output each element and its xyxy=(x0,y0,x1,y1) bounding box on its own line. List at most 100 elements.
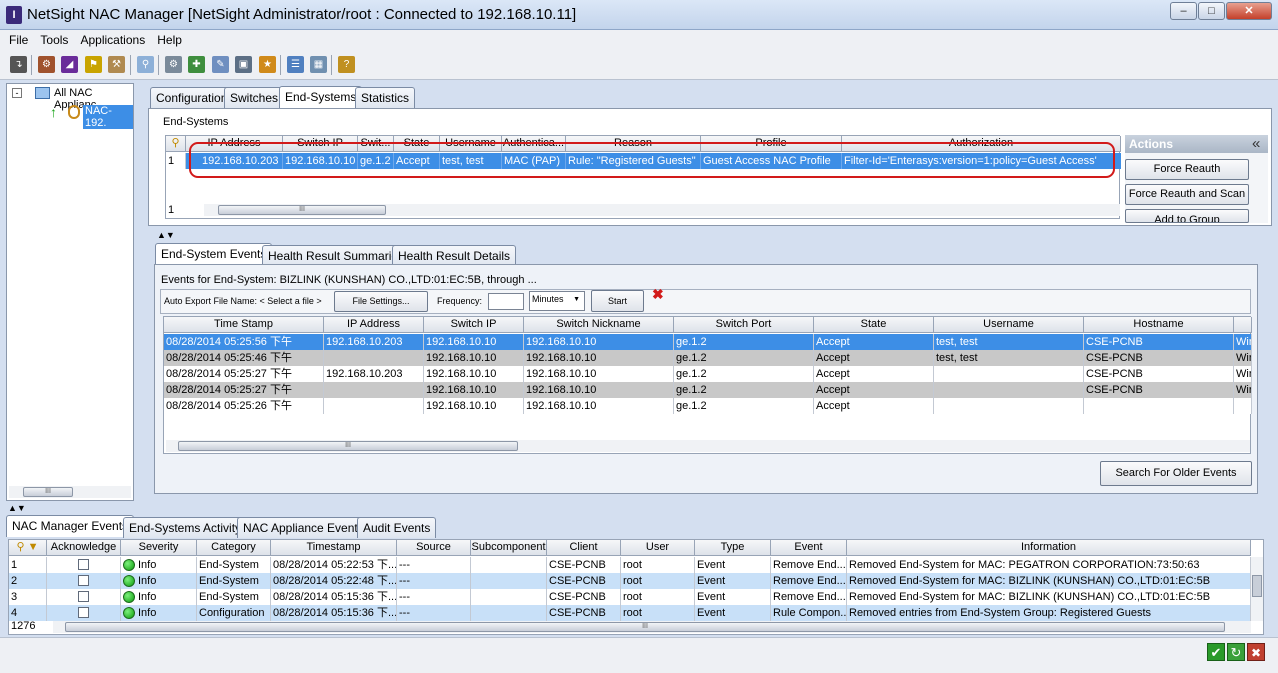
document-icon[interactable]: ✎ xyxy=(212,56,229,73)
event-row[interactable]: 08/28/2014 05:25:27 下午 192.168.10.203 192.… xyxy=(164,366,1252,382)
force-reauth-scan-button[interactable]: Force Reauth and Scan xyxy=(1125,184,1249,205)
ok-icon[interactable]: ✔ xyxy=(1207,643,1225,661)
event-cell: test, test xyxy=(934,334,1084,350)
col-acknowledge[interactable]: Acknowledge xyxy=(47,540,121,556)
col-client[interactable]: Client xyxy=(547,540,621,556)
menu-tools[interactable]: Tools xyxy=(40,33,68,47)
col-category[interactable]: Category xyxy=(197,540,271,556)
tab-nac-appliance-events[interactable]: NAC Appliance Events xyxy=(237,517,370,538)
force-reauth-button[interactable]: Force Reauth xyxy=(1125,159,1249,180)
log-row[interactable]: 1 Info End-System 08/28/2014 05:22:53 下... -… xyxy=(9,557,1251,573)
acknowledge-checkbox[interactable] xyxy=(78,575,89,586)
exit-icon[interactable]: ↴ xyxy=(10,56,27,73)
event-row[interactable]: 08/28/2014 05:25:26 下午 192.168.10.10 192.1… xyxy=(164,398,1252,414)
menu-bar: File Tools Applications Help xyxy=(0,30,1278,50)
tab-end-systems-activity[interactable]: End-Systems Activity xyxy=(123,517,248,538)
acknowledge-checkbox[interactable] xyxy=(78,607,89,618)
end-systems-hscroll[interactable]: III xyxy=(204,204,1120,216)
col-ip-address[interactable]: IP Address xyxy=(324,317,424,333)
frequency-input[interactable] xyxy=(488,293,524,310)
menu-applications[interactable]: Applications xyxy=(80,33,145,47)
bottom-splitter-icon[interactable]: ▲▼ xyxy=(8,503,26,513)
log-row[interactable]: 2 Info End-System 08/28/2014 05:22:48 下... -… xyxy=(9,573,1251,589)
tab-switches[interactable]: Switches xyxy=(224,87,285,108)
broom-icon[interactable]: ★ xyxy=(259,56,276,73)
col-hostname[interactable]: Hostname xyxy=(1084,317,1234,333)
title-bar: I NetSight NAC Manager [NetSight Adminis… xyxy=(0,0,1278,30)
tools-icon[interactable]: ⚒ xyxy=(108,56,125,73)
col-user[interactable]: User xyxy=(621,540,695,556)
collapse-icon[interactable]: - xyxy=(12,88,22,98)
tab-configuration[interactable]: Configuration xyxy=(150,87,234,108)
collapse-actions-icon[interactable]: « xyxy=(1252,135,1260,152)
puzzle-icon[interactable]: ✚ xyxy=(188,56,205,73)
tab-end-systems[interactable]: End-Systems xyxy=(279,86,363,108)
row-count: 1 xyxy=(168,204,175,216)
col-type[interactable]: Type xyxy=(695,540,771,556)
tab-end-system-events[interactable]: End-System Events xyxy=(155,243,273,265)
col-timestamp[interactable]: Timestamp xyxy=(271,540,397,556)
filter-icon[interactable]: ⚲ xyxy=(166,136,186,152)
col-time-stamp[interactable]: Time Stamp xyxy=(164,317,324,333)
col-switch-nickname[interactable]: Switch Nickname xyxy=(524,317,674,333)
event-row[interactable]: 08/28/2014 05:25:56 下午 192.168.10.203 192.… xyxy=(164,334,1252,350)
log-cell xyxy=(471,589,547,605)
log-cell: Rule Compon... xyxy=(773,605,847,621)
tab-nac-manager-events[interactable]: NAC Manager Events xyxy=(6,515,135,537)
acknowledge-checkbox[interactable] xyxy=(78,591,89,602)
close-button[interactable]: ✕ xyxy=(1226,2,1272,20)
log-filter-icon[interactable]: ⚲ ▼ xyxy=(9,540,47,556)
chart-icon[interactable]: ▦ xyxy=(310,56,327,73)
event-row[interactable]: 08/28/2014 05:25:46 下午 192.168.10.10 192.1… xyxy=(164,350,1252,366)
search-older-events-button[interactable]: Search For Older Events xyxy=(1100,461,1252,486)
actions-panel: Actions « Force Reauth Force Reauth and … xyxy=(1125,135,1268,223)
tab-health-result-summaries[interactable]: Health Result Summaries xyxy=(262,245,411,266)
tab-audit-events[interactable]: Audit Events xyxy=(357,517,437,538)
tab-statistics[interactable]: Statistics xyxy=(355,87,416,108)
log-hscroll[interactable]: III xyxy=(53,621,1251,633)
refresh-icon[interactable]: ↻ xyxy=(1227,643,1245,661)
menu-help[interactable]: Help xyxy=(157,33,182,47)
col-information[interactable]: Information xyxy=(847,540,1251,556)
log-count: 1276 xyxy=(11,620,36,632)
splitter-arrows-icon[interactable]: ▲▼ xyxy=(157,230,175,240)
list-icon[interactable]: ☰ xyxy=(287,56,304,73)
stop-icon[interactable]: ✖ xyxy=(1247,643,1265,661)
unit-select[interactable]: Minutes ▼ xyxy=(529,291,585,311)
appliance-icon[interactable]: ⚙ xyxy=(38,56,55,73)
col-switch-port[interactable]: Switch Port xyxy=(674,317,814,333)
event-cell: Accept xyxy=(814,350,934,366)
tree-hscroll[interactable]: III xyxy=(9,486,131,498)
search-icon[interactable]: ⚲ xyxy=(137,56,154,73)
menu-file[interactable]: File xyxy=(9,33,28,47)
event-row[interactable]: 08/28/2014 05:25:27 下午 192.168.10.10 192.1… xyxy=(164,382,1252,398)
col-extra[interactable] xyxy=(1234,317,1252,333)
log-vscroll[interactable] xyxy=(1251,557,1263,621)
remove-icon[interactable]: ✖ xyxy=(652,287,666,301)
col-severity[interactable]: Severity xyxy=(121,540,197,556)
tree-node-nac[interactable]: NAC-192. xyxy=(83,105,133,129)
start-button[interactable]: Start xyxy=(591,290,644,312)
col-event[interactable]: Event xyxy=(771,540,847,556)
policy-icon[interactable]: ◢ xyxy=(61,56,78,73)
col-source[interactable]: Source xyxy=(397,540,471,556)
flag-icon[interactable]: ⚑ xyxy=(85,56,102,73)
log-row[interactable]: 4 Info Configuration 08/28/2014 05:15:36 下.… xyxy=(9,605,1251,621)
events-hscroll[interactable]: III xyxy=(166,440,1250,452)
settings-icon[interactable]: ⚙ xyxy=(165,56,182,73)
log-cell: Removed entries from End-System Group: R… xyxy=(847,605,1251,621)
log-row[interactable]: 3 Info End-System 08/28/2014 05:15:36 下... -… xyxy=(9,589,1251,605)
box-icon[interactable]: ▣ xyxy=(235,56,252,73)
col-subcomponent[interactable]: Subcomponent xyxy=(471,540,547,556)
maximize-button[interactable]: □ xyxy=(1198,2,1225,20)
col-username[interactable]: Username xyxy=(934,317,1084,333)
help-icon[interactable]: ? xyxy=(338,56,355,73)
tab-health-result-details[interactable]: Health Result Details xyxy=(392,245,517,266)
add-to-group-button[interactable]: Add to Group xyxy=(1125,209,1249,223)
col-state[interactable]: State xyxy=(814,317,934,333)
col-switch-ip[interactable]: Switch IP xyxy=(424,317,524,333)
acknowledge-cell xyxy=(47,573,121,589)
file-settings-button[interactable]: File Settings... xyxy=(334,291,428,312)
acknowledge-checkbox[interactable] xyxy=(78,559,89,570)
minimize-button[interactable]: – xyxy=(1170,2,1197,20)
